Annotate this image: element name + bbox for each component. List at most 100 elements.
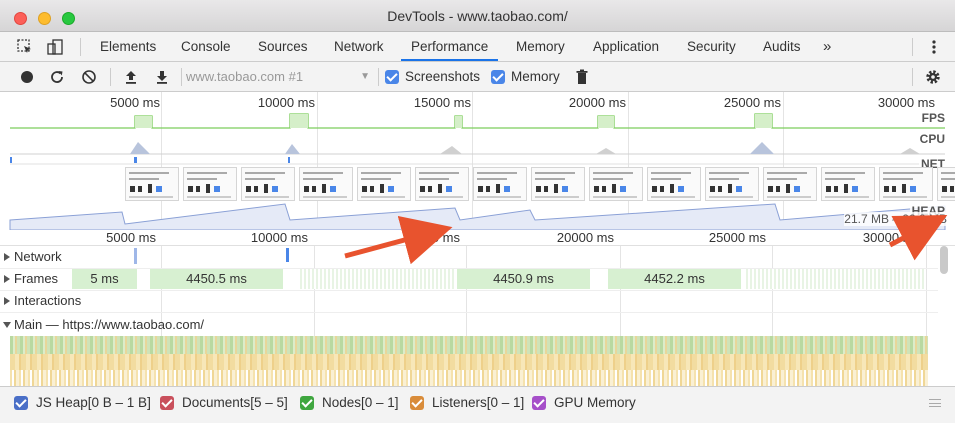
- screenshot-thumbnail[interactable]: [357, 167, 411, 201]
- frame-ticks: [300, 269, 456, 289]
- toolbar-separator: [110, 68, 111, 86]
- frame-ticks: [746, 269, 926, 289]
- flame-chart[interactable]: Network Frames 5 ms 4450.5 ms 4450.9 ms …: [0, 246, 955, 386]
- screenshot-thumbnail[interactable]: [125, 167, 179, 201]
- nodes-checkbox[interactable]: [300, 396, 314, 410]
- flame-scrollbar-thumb[interactable]: [940, 246, 948, 274]
- heap-range-readout: 21.7 MB – 22.8 MB: [844, 212, 947, 226]
- tab-memory[interactable]: Memory: [506, 32, 575, 61]
- record-icon[interactable]: [18, 68, 36, 86]
- recording-select[interactable]: www.taobao.com #1 ▼: [186, 67, 376, 87]
- network-request-bar[interactable]: [286, 248, 289, 262]
- screenshot-strip[interactable]: [125, 167, 955, 201]
- tab-separator: [912, 38, 913, 56]
- screenshot-thumbnail[interactable]: [821, 167, 875, 201]
- device-toolbar-icon[interactable]: [46, 38, 64, 56]
- inspect-element-icon[interactable]: [16, 38, 34, 56]
- reload-record-icon[interactable]: [48, 68, 66, 86]
- main-thread-scripting-band[interactable]: [10, 354, 928, 370]
- main-thread-track[interactable]: Main — https://www.taobao.com/: [0, 314, 938, 336]
- dropdown-arrow-icon: ▼: [360, 71, 370, 82]
- screenshot-thumbnail[interactable]: [589, 167, 643, 201]
- performance-toolbar: www.taobao.com #1 ▼ Screenshots Memory: [0, 62, 955, 92]
- expand-triangle-icon[interactable]: [4, 297, 10, 305]
- frame-segment[interactable]: 4450.5 ms: [150, 269, 284, 289]
- tab-performance[interactable]: Performance: [401, 32, 499, 61]
- listeners-label: Listeners[0 – 1]: [432, 395, 525, 410]
- expand-triangle-icon[interactable]: [4, 253, 10, 261]
- tab-application[interactable]: Application: [583, 32, 669, 61]
- cpu-lane-label: CPU: [917, 132, 947, 146]
- listeners-checkbox[interactable]: [410, 396, 424, 410]
- window-title-bar: DevTools - www.taobao.com/: [0, 0, 955, 32]
- gpu-memory-checkbox[interactable]: [532, 396, 546, 410]
- fps-lane-label: FPS: [919, 111, 947, 125]
- main-thread-track-label: Main — https://www.taobao.com/: [14, 317, 205, 332]
- toolbar-separator: [181, 68, 182, 86]
- screenshot-thumbnail[interactable]: [531, 167, 585, 201]
- main-thread-tasks-band[interactable]: [10, 336, 928, 354]
- frame-segment[interactable]: 4452.2 ms: [608, 269, 742, 289]
- toolbar-separator: [912, 68, 913, 86]
- ruler-tick-label: 15000 ms: [402, 230, 460, 245]
- screenshot-thumbnail[interactable]: [763, 167, 817, 201]
- nodes-label: Nodes[0 – 1]: [322, 395, 399, 410]
- tab-console[interactable]: Console: [171, 32, 241, 61]
- screenshot-thumbnail[interactable]: [937, 167, 955, 201]
- screenshot-thumbnail[interactable]: [299, 167, 353, 201]
- tab-sources[interactable]: Sources: [248, 32, 318, 61]
- ruler-tick-label: 20000 ms: [556, 230, 614, 245]
- gpu-memory-label: GPU Memory: [554, 395, 636, 410]
- tab-security[interactable]: Security: [677, 32, 746, 61]
- ruler-tick-label: 10000 ms: [250, 230, 308, 245]
- load-profile-upload-icon[interactable]: [122, 68, 140, 86]
- network-request-bar[interactable]: [134, 248, 137, 264]
- ruler-tick-label: 30000 ms: [862, 230, 920, 245]
- kebab-menu-icon[interactable]: [925, 38, 943, 56]
- save-profile-download-icon[interactable]: [153, 68, 171, 86]
- js-heap-label: JS Heap[0 B – 1 B]: [36, 395, 151, 410]
- screenshot-thumbnail[interactable]: [415, 167, 469, 201]
- clear-icon[interactable]: [80, 68, 98, 86]
- documents-label: Documents[5 – 5]: [182, 395, 288, 410]
- collect-garbage-trash-icon[interactable]: [573, 68, 591, 86]
- window-title: DevTools - www.taobao.com/: [387, 8, 568, 24]
- screenshot-thumbnail[interactable]: [183, 167, 237, 201]
- memory-checkbox[interactable]: [491, 70, 505, 84]
- collapse-triangle-icon[interactable]: [3, 322, 11, 328]
- ruler-tick-label: 25000 ms: [708, 230, 766, 245]
- overview-graphs: [9, 113, 946, 230]
- timeline-ruler: 5000 ms 10000 ms 15000 ms 20000 ms 25000…: [0, 230, 955, 246]
- frame-segment[interactable]: 4450.9 ms: [457, 269, 591, 289]
- tab-audits[interactable]: Audits: [753, 32, 811, 61]
- memory-label: Memory: [511, 69, 560, 84]
- devtools-tab-bar: Elements Console Sources Network Perform…: [0, 32, 955, 62]
- screenshot-thumbnail[interactable]: [473, 167, 527, 201]
- settings-gear-icon[interactable]: [924, 68, 942, 86]
- resize-handle-icon[interactable]: [929, 399, 941, 407]
- screenshots-label: Screenshots: [405, 69, 481, 84]
- screenshot-thumbnail[interactable]: [241, 167, 295, 201]
- main-thread-sub-band[interactable]: [10, 370, 928, 386]
- frame-segment[interactable]: 5 ms: [72, 269, 138, 289]
- js-heap-checkbox[interactable]: [14, 396, 28, 410]
- expand-triangle-icon[interactable]: [4, 275, 10, 283]
- documents-checkbox[interactable]: [160, 396, 174, 410]
- interactions-track[interactable]: Interactions: [0, 290, 938, 313]
- screenshot-thumbnail[interactable]: [647, 167, 701, 201]
- screenshot-thumbnail[interactable]: [879, 167, 933, 201]
- frames-track[interactable]: Frames 5 ms 4450.5 ms 4450.9 ms 4452.2 m…: [0, 268, 938, 291]
- screenshots-checkbox[interactable]: [385, 70, 399, 84]
- tab-network[interactable]: Network: [324, 32, 394, 61]
- memory-counters-legend: JS Heap[0 B – 1 B] Documents[5 – 5] Node…: [0, 386, 955, 423]
- interactions-track-label: Interactions: [14, 293, 82, 308]
- toolbar-separator: [378, 68, 379, 86]
- more-tabs-chevron-icon[interactable]: »: [813, 32, 841, 61]
- tab-elements[interactable]: Elements: [90, 32, 166, 61]
- tab-separator: [80, 38, 81, 56]
- screenshot-thumbnail[interactable]: [705, 167, 759, 201]
- ruler-tick-label: 5000 ms: [106, 230, 156, 245]
- timeline-overview[interactable]: 5000 ms 10000 ms 15000 ms 20000 ms 25000…: [0, 92, 955, 230]
- network-track-label: Network: [14, 249, 62, 264]
- network-track[interactable]: Network: [0, 246, 938, 269]
